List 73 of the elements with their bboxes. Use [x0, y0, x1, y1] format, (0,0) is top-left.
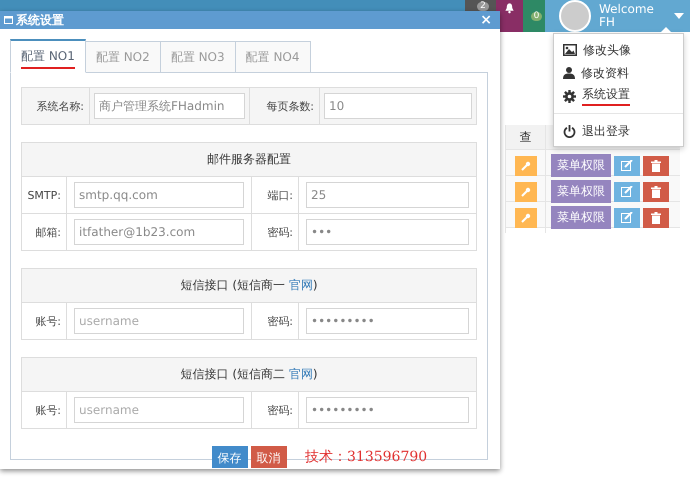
annotation-text: 技术：313596790 — [305, 448, 428, 466]
input-field[interactable]: username — [74, 397, 244, 423]
trash-icon — [651, 160, 661, 172]
person-icon — [563, 67, 575, 79]
user-menu-toggle[interactable]: Welcome FH — [545, 0, 690, 32]
dialog-button[interactable]: 取消 — [250, 446, 286, 468]
field-label: 密码: — [267, 224, 293, 240]
input-field[interactable]: 商户管理系统FHadmin — [94, 93, 245, 119]
tab[interactable]: 配置 NO2 — [86, 41, 161, 73]
tab[interactable]: 配置 NO4 — [236, 41, 310, 73]
notification-button[interactable]: 0 — [523, 0, 545, 32]
edit-button[interactable] — [614, 182, 640, 202]
close-button[interactable]: × — [480, 12, 492, 28]
wrench-icon — [520, 160, 530, 170]
input-field[interactable]: ••••••••• — [306, 397, 469, 423]
delete-button[interactable] — [643, 156, 669, 176]
input-field[interactable]: 10 — [324, 93, 472, 119]
bell-icon — [504, 2, 515, 14]
tab[interactable]: 配置 NO1 — [10, 39, 86, 73]
input-field[interactable]: 25 — [306, 182, 469, 208]
delete-button[interactable] — [643, 182, 669, 202]
field-label: 邮箱: — [35, 224, 61, 240]
wrench-button[interactable] — [514, 208, 536, 228]
trash-icon — [651, 212, 661, 224]
menu-item[interactable]: 退出登录 — [554, 119, 683, 142]
window-icon — [4, 16, 13, 24]
edit-icon — [621, 186, 633, 197]
edit-icon — [621, 212, 633, 223]
input-field[interactable]: itfather@1b23.com — [74, 219, 244, 245]
dialog-button[interactable]: 保存 — [212, 446, 248, 468]
menu-item[interactable]: 修改资料 — [554, 61, 683, 84]
gear-icon — [563, 90, 576, 102]
count-badge: 2 — [477, 2, 489, 11]
menu-item[interactable]: 系统设置 — [554, 84, 683, 107]
section-heading: 短信接口 (短信商二 官网) — [22, 358, 476, 392]
wrench-button[interactable] — [514, 182, 536, 202]
field-label: 密码: — [267, 402, 293, 418]
user-name: FH — [599, 16, 616, 29]
field-label: 账号: — [35, 402, 61, 418]
field-label: SMTP: — [27, 188, 61, 202]
wrench-icon — [520, 186, 530, 196]
power-icon — [563, 124, 576, 138]
tab[interactable]: 配置 NO3 — [160, 41, 236, 73]
trash-icon — [651, 186, 661, 198]
menu-permission-button[interactable]: 菜单权限 — [551, 206, 611, 229]
website-link[interactable]: 官网 — [288, 367, 313, 381]
field-label: 每页条数: — [266, 98, 314, 114]
section-heading: 短信接口 (短信商一 官网) — [22, 269, 476, 303]
website-link[interactable]: 官网 — [288, 278, 313, 292]
edit-button[interactable] — [614, 156, 640, 176]
edit-icon — [621, 160, 633, 171]
delete-button[interactable] — [643, 208, 669, 228]
field-label: 端口: — [267, 188, 293, 202]
welcome-text: Welcome — [599, 3, 655, 16]
column-header: 查 — [520, 129, 532, 146]
notification-button[interactable] — [496, 0, 523, 32]
dialog-title: 系统设置 — [16, 12, 64, 28]
wrench-button[interactable] — [514, 156, 536, 176]
input-field[interactable]: smtp.qq.com — [74, 182, 244, 208]
input-field[interactable]: ••• — [306, 219, 469, 245]
field-label: 密码: — [267, 314, 293, 328]
menu-permission-button[interactable]: 菜单权限 — [551, 180, 611, 203]
section-heading: 邮件服务器配置 — [22, 143, 476, 177]
menu-item[interactable]: 修改头像 — [554, 38, 683, 61]
picture-icon — [563, 44, 577, 56]
input-field[interactable]: ••••••••• — [306, 308, 469, 334]
input-field[interactable]: username — [74, 308, 244, 334]
edit-button[interactable] — [614, 208, 640, 228]
menu-permission-button[interactable]: 菜单权限 — [551, 154, 611, 177]
field-label: 账号: — [35, 314, 61, 328]
field-label: 系统名称: — [36, 98, 84, 114]
count-badge: 0 — [530, 12, 542, 20]
wrench-icon — [520, 212, 530, 222]
